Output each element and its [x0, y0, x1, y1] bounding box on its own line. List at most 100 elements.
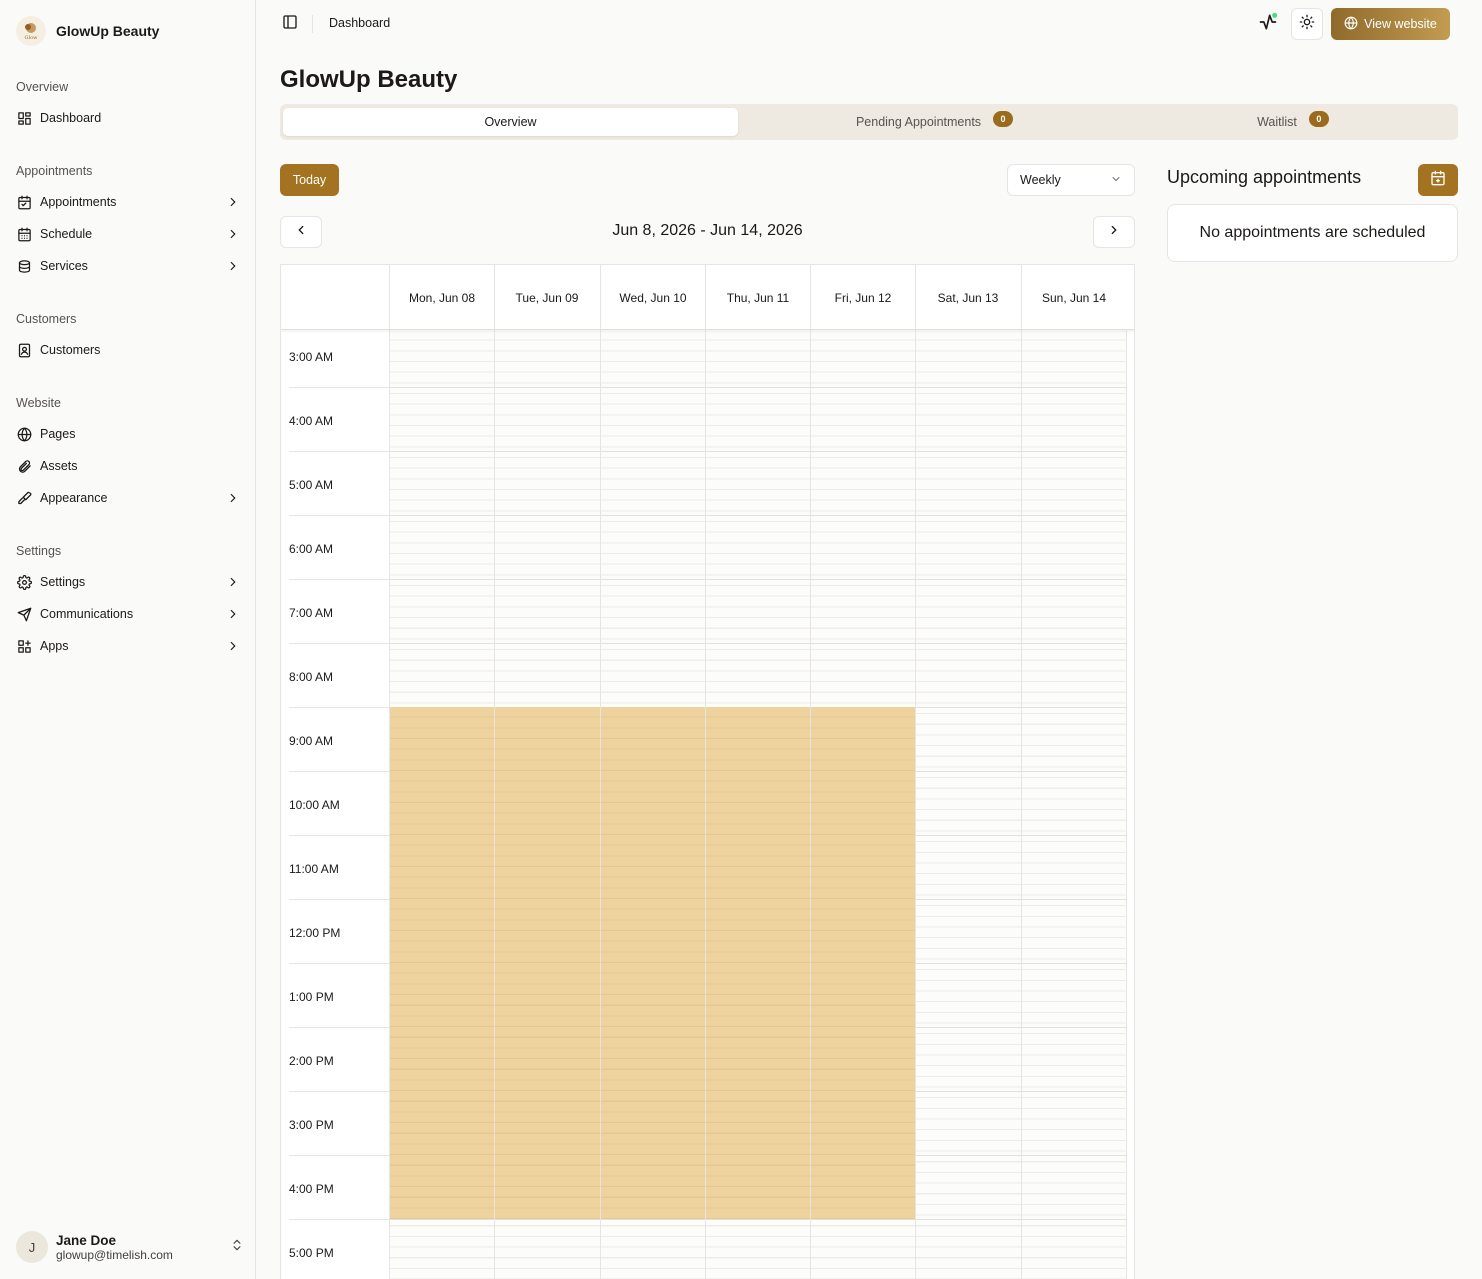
tab-overview[interactable]: Overview — [283, 108, 738, 136]
brand[interactable]: Glow GlowUp Beauty — [16, 16, 159, 46]
top-bar: Dashboard View website — [256, 0, 1482, 48]
tab-waitlist[interactable]: Waitlist 0 — [1131, 108, 1455, 136]
add-appointment-button[interactable] — [1418, 164, 1458, 196]
today-button[interactable]: Today — [280, 164, 339, 196]
divider — [289, 1091, 389, 1092]
divider — [289, 579, 389, 580]
sidebar-item-assets[interactable]: Assets — [8, 451, 248, 481]
divider — [389, 579, 1126, 580]
nav-group-title: Customers — [16, 312, 77, 326]
day-header: Wed, Jun 10 — [600, 265, 705, 330]
tab-pending-appointments[interactable]: Pending Appointments 0 — [738, 108, 1131, 136]
sidebar-item-schedule[interactable]: Schedule — [8, 219, 248, 249]
calendar-plus-icon — [1430, 170, 1446, 191]
user-email: glowup@timelish.com — [56, 1247, 173, 1262]
sidebar-item-appearance[interactable]: Appearance — [8, 483, 248, 513]
chevron-right-icon — [226, 575, 240, 589]
view-website-button[interactable]: View website — [1331, 8, 1450, 40]
salon-logo-icon: Glow — [16, 16, 46, 46]
breadcrumb[interactable]: Dashboard — [329, 16, 390, 30]
nav-group-title: Appointments — [16, 164, 93, 178]
globe-icon — [1344, 16, 1358, 33]
brand-name: GlowUp Beauty — [56, 23, 160, 39]
divider — [289, 1027, 389, 1028]
chevron-right-icon — [226, 195, 240, 209]
calendar-header: Mon, Jun 08 Tue, Jun 09 Wed, Jun 10 Thu, Ju… — [281, 265, 1134, 330]
divider — [915, 330, 916, 1279]
day-header: Fri, Jun 12 — [810, 265, 915, 330]
tab-label: Overview — [484, 115, 537, 129]
tab-list: Overview Pending Appointments 0 Waitlist… — [280, 104, 1458, 140]
panel-left-icon — [282, 14, 298, 35]
view-select[interactable]: Weekly — [1007, 164, 1135, 196]
sidebar-item-settings[interactable]: Settings — [8, 567, 248, 597]
next-week-button[interactable] — [1093, 216, 1135, 248]
sun-icon — [1299, 14, 1315, 35]
chevron-right-icon — [226, 639, 240, 653]
view-select-value: Weekly — [1020, 173, 1061, 187]
view-website-label: View website — [1364, 17, 1437, 31]
hour-label: 12:00 PM — [289, 926, 341, 940]
chevron-right-icon — [226, 227, 240, 241]
divider — [389, 330, 390, 1279]
scrollbar-track[interactable] — [1126, 330, 1134, 1279]
divider — [312, 15, 313, 33]
sidebar-toggle-button[interactable] — [280, 14, 300, 34]
divider — [810, 330, 811, 1279]
sidebar-item-customers[interactable]: Customers — [8, 335, 248, 365]
sidebar-item-appointments[interactable]: Appointments — [8, 187, 248, 217]
chevrons-up-down-icon — [230, 1238, 244, 1257]
sidebar-item-label: Assets — [40, 459, 78, 473]
nav-group-title: Website — [16, 396, 61, 410]
tab-label: Waitlist — [1257, 115, 1297, 129]
user-menu[interactable]: J Jane Doe glowup@timelish.com — [16, 1228, 244, 1266]
divider — [389, 643, 1126, 644]
week-calendar: Mon, Jun 08 Tue, Jun 09 Wed, Jun 10 Thu, Ju… — [280, 264, 1135, 1279]
divider — [600, 330, 601, 1279]
nav-group-title: Overview — [16, 80, 69, 94]
day-header: Sun, Jun 14 — [1021, 265, 1126, 330]
user-name: Jane Doe — [56, 1232, 117, 1248]
hour-label: 1:00 PM — [289, 990, 334, 1004]
divider — [289, 515, 389, 516]
hour-label: 4:00 PM — [289, 1182, 334, 1196]
availability-block — [389, 707, 915, 1219]
count-badge: 0 — [993, 111, 1014, 127]
divider — [705, 330, 706, 1279]
divider — [1126, 330, 1127, 1279]
calendar-grid-icon — [16, 226, 32, 242]
calendar-icon — [16, 194, 32, 210]
sidebar-item-services[interactable]: Services — [8, 251, 248, 281]
sidebar-item-apps[interactable]: Apps — [8, 631, 248, 661]
chevron-right-icon — [1107, 223, 1121, 242]
tab-label: Pending Appointments — [855, 115, 982, 129]
day-header: Tue, Jun 09 — [494, 265, 599, 330]
divider — [389, 1219, 1126, 1220]
divider — [1021, 330, 1022, 1279]
sidebar-item-communications[interactable]: Communications — [8, 599, 248, 629]
apps-icon — [16, 638, 32, 654]
divider — [289, 963, 389, 964]
divider — [389, 387, 1126, 388]
hour-label: 3:00 AM — [289, 350, 334, 364]
empty-state: No appointments are scheduled — [1167, 204, 1458, 262]
sidebar-item-dashboard[interactable]: Dashboard — [8, 103, 248, 133]
theme-toggle-button[interactable] — [1291, 8, 1323, 40]
divider — [289, 771, 389, 772]
sidebar-item-pages[interactable]: Pages — [8, 419, 248, 449]
sidebar-item-label: Appearance — [40, 491, 108, 505]
activity-button[interactable] — [1256, 12, 1280, 36]
upcoming-title: Upcoming appointments — [1167, 167, 1362, 187]
divider — [289, 707, 389, 708]
chevron-right-icon — [226, 259, 240, 273]
sidebar-item-label: Services — [40, 259, 88, 273]
day-header: Thu, Jun 11 — [705, 265, 810, 330]
gear-icon — [16, 574, 32, 590]
send-icon — [16, 606, 32, 622]
page-title: GlowUp Beauty — [280, 66, 458, 93]
previous-week-button[interactable] — [280, 216, 322, 248]
divider — [289, 1155, 389, 1156]
divider — [289, 835, 389, 836]
divider — [289, 899, 389, 900]
divider — [494, 330, 495, 1279]
